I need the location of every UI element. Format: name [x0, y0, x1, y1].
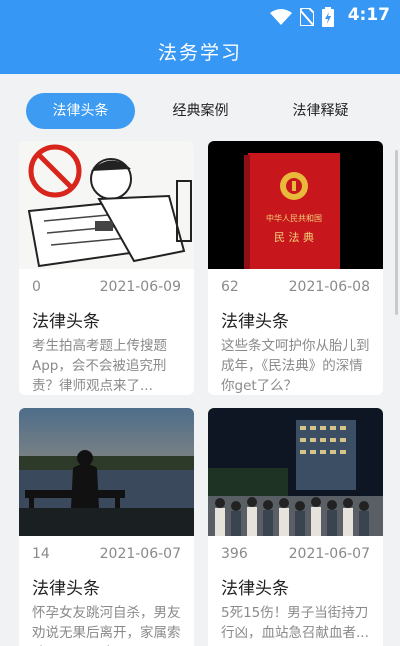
- article-title: 法律头条: [221, 579, 289, 599]
- article-title: 法律头条: [32, 312, 100, 332]
- article-summary: 考生拍高考题上传搜题App，会不会被追究刑责？律师观点来了...: [32, 338, 167, 394]
- battery-charging-icon: [322, 7, 334, 27]
- civil-code-book-image: 中华人民共和国 民 法 典: [208, 141, 383, 269]
- tab-legal-qa[interactable]: 法律释疑: [266, 93, 375, 129]
- view-count: 62: [221, 279, 239, 295]
- article-meta: 0 2021-06-09: [19, 269, 194, 301]
- article-meta: 62 2021-06-08: [208, 269, 383, 301]
- article-card[interactable]: 396 2021-06-07 法律头条 5死15伤！男子当街持刀行凶，血站急召献…: [208, 408, 383, 646]
- article-card[interactable]: 0 2021-06-09 法律头条 考生拍高考题上传搜题App，会不会被追究刑责…: [19, 141, 194, 395]
- article-card[interactable]: 中华人民共和国 民 法 典 62 2021-06-08 法律头条 这些条文呵护你…: [208, 141, 383, 395]
- article-summary: 怀孕女友跳河自杀，男友劝说无果后离开，家属索赔26万！男友...: [32, 605, 181, 646]
- status-time: 4:17: [347, 5, 390, 25]
- article-card[interactable]: 14 2021-06-07 法律头条 怀孕女友跳河自杀，男友劝说无果后离开，家属…: [19, 408, 194, 646]
- no-sim-icon: [300, 8, 314, 26]
- view-count: 396: [221, 546, 248, 562]
- publish-date: 2021-06-07: [99, 546, 181, 562]
- cheating-cartoon-image: [19, 141, 194, 269]
- publish-date: 2021-06-09: [99, 279, 181, 295]
- article-title: 法律头条: [221, 312, 289, 332]
- article-title: 法律头条: [32, 579, 100, 599]
- view-count: 14: [32, 546, 50, 562]
- article-meta: 396 2021-06-07: [208, 536, 383, 568]
- status-bar: 4:17: [0, 0, 400, 32]
- book-title: 民 法 典: [274, 230, 314, 244]
- lakeside-silhouette-image: [19, 408, 194, 536]
- night-crowd-hospital-image: [208, 408, 383, 536]
- publish-date: 2021-06-08: [288, 279, 370, 295]
- status-icons: [270, 7, 334, 27]
- app-header: 4:17 法务学习: [0, 0, 400, 74]
- tab-legal-headlines[interactable]: 法律头条: [26, 93, 135, 129]
- article-meta: 14 2021-06-07: [19, 536, 194, 568]
- article-summary: 这些条文呵护你从胎儿到成年，《民法典》的深情你get了么？: [221, 338, 370, 394]
- publish-date: 2021-06-07: [288, 546, 370, 562]
- category-tabs: 法律头条 经典案例 法律释疑: [0, 74, 400, 140]
- view-count: 0: [32, 279, 41, 295]
- scrollbar[interactable]: [395, 150, 398, 315]
- wifi-icon: [270, 9, 292, 25]
- tab-classic-cases[interactable]: 经典案例: [146, 93, 255, 129]
- book-subtitle: 中华人民共和国: [266, 213, 322, 223]
- page-title: 法务学习: [157, 42, 242, 64]
- article-summary: 5死15伤！男子当街持刀行凶，血站急召献血者...: [221, 605, 369, 641]
